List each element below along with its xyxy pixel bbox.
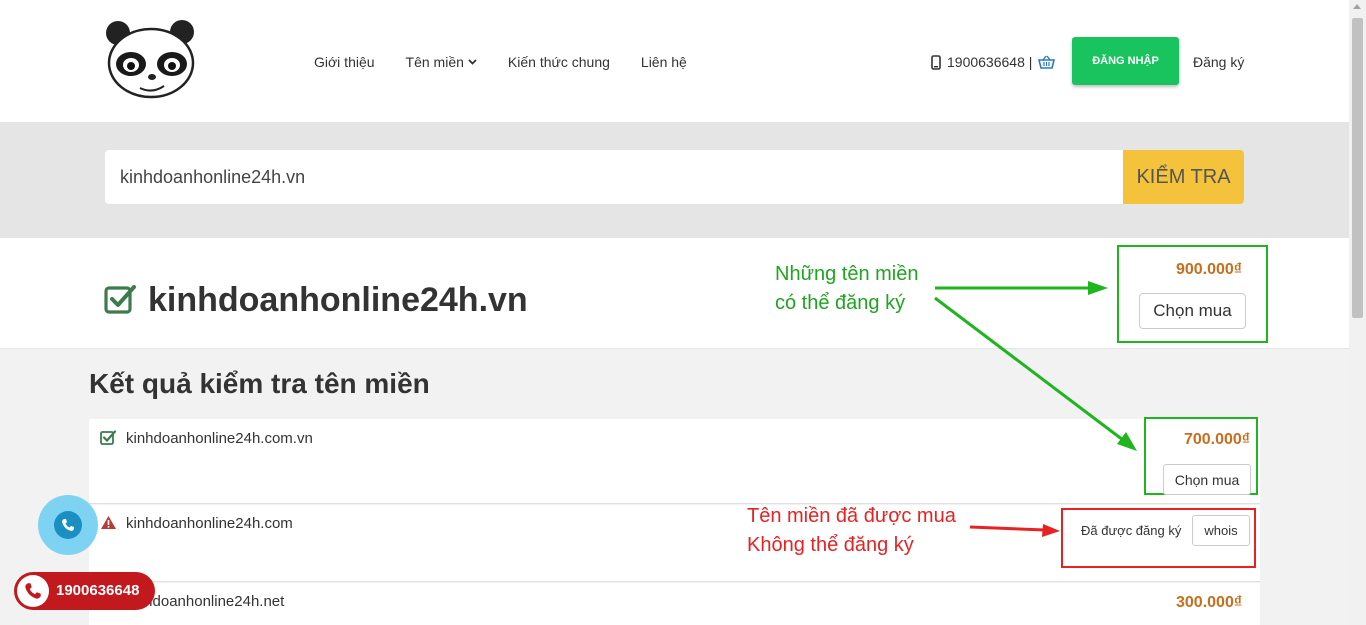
result-domain-price: 700.000₫ (1183, 431, 1250, 448)
hotline-button[interactable]: 1900636648 (14, 572, 155, 610)
hotline-number: 1900636648 (56, 582, 140, 599)
nav-item-kien-thuc-chung[interactable]: Kiến thức chung (508, 54, 610, 70)
result-buy-button[interactable]: Chọn mua (1163, 464, 1251, 495)
header-phone[interactable]: 1900636648 | (947, 54, 1032, 70)
panda-logo[interactable] (104, 20, 198, 100)
result-domain-price: 300.000₫ (1176, 594, 1243, 611)
registered-status-text: Đã được đăng ký (1081, 523, 1182, 538)
scroll-up-arrow-icon[interactable] (1353, 4, 1361, 9)
main-nav: Giới thiệu Tên miền Kiến thức chung Liên… (314, 54, 718, 70)
primary-domain-name: kinhdoanhonline24h.vn (148, 281, 528, 319)
primary-domain-price: 900.000₫ (1175, 261, 1242, 278)
domain-search-input[interactable]: kinhdoanhonline24h.vn (105, 150, 1123, 204)
call-bubble-inner (54, 511, 82, 539)
hotline-icon-circle (17, 575, 49, 607)
result-row: kinhdoanhonline24h.com.vn (89, 419, 1260, 504)
page-scrollbar[interactable] (1349, 0, 1366, 625)
primary-domain-result: kinhdoanhonline24h.vn 900.000₫ Chọn mua (0, 238, 1349, 349)
annotation-line: có thể đăng ký (775, 292, 906, 314)
scrollbar-thumb[interactable] (1352, 18, 1363, 318)
login-button[interactable]: ĐĂNG NHẬP (1072, 37, 1179, 85)
page: Giới thiệu Tên miền Kiến thức chung Liên… (0, 0, 1366, 625)
check-square-icon (104, 285, 136, 314)
check-domain-button[interactable]: KIỂM TRA (1123, 150, 1244, 204)
check-square-icon (100, 430, 117, 445)
site-header: Giới thiệu Tên miền Kiến thức chung Liên… (0, 0, 1349, 123)
result-row: kinhdoanhonline24h.net (89, 583, 1260, 625)
nav-item-lien-he[interactable]: Liên hệ (641, 54, 687, 70)
result-price-box: 700.000₫ Chọn mua (1144, 417, 1258, 495)
mobile-phone-icon (931, 54, 941, 70)
result-domain-name: kinhdoanhonline24h.com (126, 515, 293, 532)
domain-search-bar: kinhdoanhonline24h.vn KIỂM TRA (0, 123, 1349, 238)
primary-buy-button[interactable]: Chọn mua (1139, 293, 1246, 329)
annotation-line: Những tên miền (775, 263, 919, 285)
phone-icon (25, 583, 41, 599)
taken-annotation: Tên miền đã được mua Không thể đăng ký (747, 502, 956, 560)
warning-icon (101, 516, 116, 529)
annotation-line: Không thể đăng ký (747, 534, 914, 556)
header-contact: 1900636648 | (931, 54, 1056, 70)
annotation-line: Tên miền đã được mua (747, 505, 956, 527)
call-bubble-button[interactable] (38, 495, 98, 555)
registered-status-box: Đã được đăng ký whois (1061, 508, 1256, 568)
nav-item-gioi-thieu[interactable]: Giới thiệu (314, 54, 375, 70)
nav-item-label: Giới thiệu (314, 54, 375, 70)
shopping-basket-icon[interactable] (1038, 55, 1056, 69)
primary-price-box: 900.000₫ Chọn mua (1117, 245, 1268, 343)
available-annotation: Những tên miền có thể đăng ký (775, 260, 918, 318)
results-heading: Kết quả kiểm tra tên miền (89, 368, 430, 399)
nav-item-label: Kiến thức chung (507, 54, 610, 70)
result-domain-name: kinhdoanhonline24h.com.vn (126, 430, 313, 447)
nav-item-ten-mien[interactable]: Tên miền (406, 54, 477, 70)
whois-button[interactable]: whois (1192, 515, 1250, 546)
register-link[interactable]: Đăng ký (1193, 54, 1244, 70)
nav-item-label: Tên miền (405, 54, 464, 70)
nav-item-label: Liên hệ (640, 54, 687, 70)
chevron-down-icon (468, 59, 477, 65)
phone-icon (62, 519, 74, 531)
